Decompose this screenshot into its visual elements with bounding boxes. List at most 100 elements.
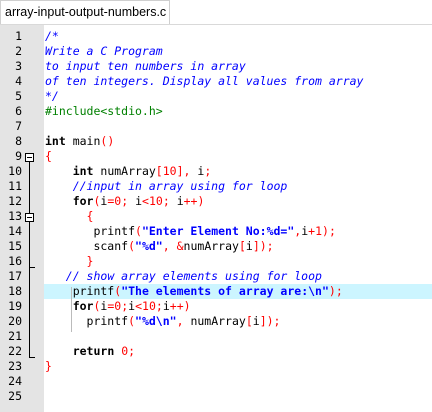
- code-text: Write a C Program: [45, 44, 163, 59]
- code-token: );: [322, 224, 336, 238]
- code-token: scanf: [45, 239, 129, 253]
- code-text: {: [45, 209, 94, 224]
- code-token: i: [245, 239, 253, 253]
- fold-toggle-for-icon[interactable]: [25, 213, 34, 222]
- code-token: #include<stdio.h>: [45, 104, 163, 118]
- code-editor[interactable]: 1 /* 2 Write a C Program 3 to input ten numbe…: [0, 25, 432, 412]
- code-token: to input ten numbers in array: [45, 59, 246, 73]
- code-token: "%d": [135, 239, 163, 253]
- line-number: 25: [8, 389, 22, 403]
- code-line[interactable]: 10 int numArray[10], i;: [0, 164, 432, 179]
- code-text: of ten integers. Display all values from…: [45, 74, 364, 89]
- code-token: return: [72, 344, 115, 358]
- line-number: 2: [15, 44, 22, 58]
- fold-end-for: [29, 267, 35, 268]
- code-token: [: [238, 239, 246, 253]
- code-token: numArray: [183, 239, 239, 253]
- code-token: &: [176, 239, 184, 253]
- code-text: {: [45, 149, 52, 164]
- code-text: int main(): [45, 134, 114, 149]
- fold-end-main: [29, 357, 35, 358]
- line-number: 1: [15, 29, 22, 43]
- code-line[interactable]: 17 // show array elements using for loop: [0, 269, 432, 284]
- code-token: i: [190, 164, 205, 178]
- code-token: ++): [183, 194, 205, 208]
- code-token: numArray: [183, 314, 246, 328]
- code-line[interactable]: 25: [0, 389, 432, 404]
- code-token: [: [245, 314, 253, 328]
- code-token: ;: [162, 194, 170, 208]
- code-token: of ten integers. Display all values from…: [45, 74, 364, 88]
- line-number: 15: [8, 239, 22, 253]
- line-number: 12: [8, 194, 22, 208]
- code-token: ;: [155, 299, 163, 313]
- line-number: 3: [15, 59, 22, 73]
- code-token: ;: [204, 164, 212, 178]
- code-line[interactable]: 5 */: [0, 89, 432, 104]
- code-token: }: [45, 359, 52, 373]
- line-number: 18: [8, 284, 22, 298]
- code-line[interactable]: 24: [0, 374, 432, 389]
- code-token: ;: [128, 344, 136, 358]
- code-line[interactable]: 11 //input in array using for loop: [0, 179, 432, 194]
- line-number: 11: [8, 179, 22, 193]
- line-number: 17: [8, 269, 22, 283]
- code-line[interactable]: 13 {: [0, 209, 432, 224]
- code-text: printf("%d\n", numArray[i]);: [45, 314, 281, 329]
- line-number: 14: [8, 224, 22, 238]
- code-text: scanf("%d", &numArray[i]);: [45, 239, 273, 254]
- code-line[interactable]: 1 /*: [0, 29, 432, 44]
- code-line[interactable]: 22 return 0;: [0, 344, 432, 359]
- code-token: int: [45, 134, 66, 148]
- code-line[interactable]: 20 printf("%d\n", numArray[i]);: [0, 314, 432, 329]
- code-token: main: [65, 134, 101, 148]
- code-line[interactable]: 18 printf("The elements of array are:\n"…: [8, 284, 432, 299]
- code-token: {: [86, 209, 94, 223]
- line-number: 5: [15, 89, 22, 103]
- code-line[interactable]: 4 of ten integers. Display all values fro…: [0, 74, 432, 89]
- code-token: {: [45, 149, 52, 163]
- code-token: printf: [45, 314, 129, 328]
- code-line[interactable]: 7: [0, 119, 432, 134]
- line-number: 7: [15, 119, 22, 133]
- code-token: 10: [162, 164, 177, 178]
- code-line[interactable]: 12 for(i=0; i<10; i++): [0, 194, 432, 209]
- line-number: 22: [8, 344, 22, 358]
- code-line[interactable]: 21: [0, 329, 432, 344]
- code-line[interactable]: 3 to input ten numbers in array: [0, 59, 432, 74]
- code-token: );: [328, 284, 343, 298]
- code-token: i: [252, 314, 260, 328]
- code-token: (: [128, 314, 136, 328]
- code-token: 10: [142, 299, 156, 313]
- line-number: 8: [15, 134, 22, 148]
- code-line[interactable]: 15 scanf("%d", &numArray[i]);: [0, 239, 432, 254]
- line-number: 16: [8, 254, 22, 268]
- code-line[interactable]: 19 for(i=0;i<10;i++): [0, 299, 432, 314]
- code-token: */: [45, 89, 59, 103]
- code-token: for: [72, 194, 94, 208]
- code-line[interactable]: 16 }: [0, 254, 432, 269]
- code-text: return 0;: [45, 344, 135, 359]
- code-token: ++): [169, 299, 191, 313]
- code-line[interactable]: 6 #include<stdio.h>: [0, 104, 432, 119]
- code-text: printf("The elements of array are:\n");: [45, 284, 343, 299]
- code-line[interactable]: 14 printf("Enter Element No:%d=",i+1);: [0, 224, 432, 239]
- code-token: i: [162, 299, 170, 313]
- code-text: for(i=0;i<10;i++): [45, 299, 191, 314]
- code-line[interactable]: 8 int main(): [0, 134, 432, 149]
- code-token: i: [128, 194, 143, 208]
- code-line[interactable]: 9{: [0, 149, 432, 164]
- code-line[interactable]: 2 Write a C Program: [0, 44, 432, 59]
- fold-toggle-main-icon[interactable]: [25, 153, 34, 162]
- code-token: printf: [45, 284, 115, 298]
- code-token: (: [135, 224, 142, 238]
- code-text: // show array elements using for loop: [45, 269, 322, 284]
- code-line[interactable]: 23}: [0, 359, 432, 374]
- code-text: /*: [45, 29, 59, 44]
- file-tab[interactable]: array-input-output-numbers.c: [0, 0, 170, 24]
